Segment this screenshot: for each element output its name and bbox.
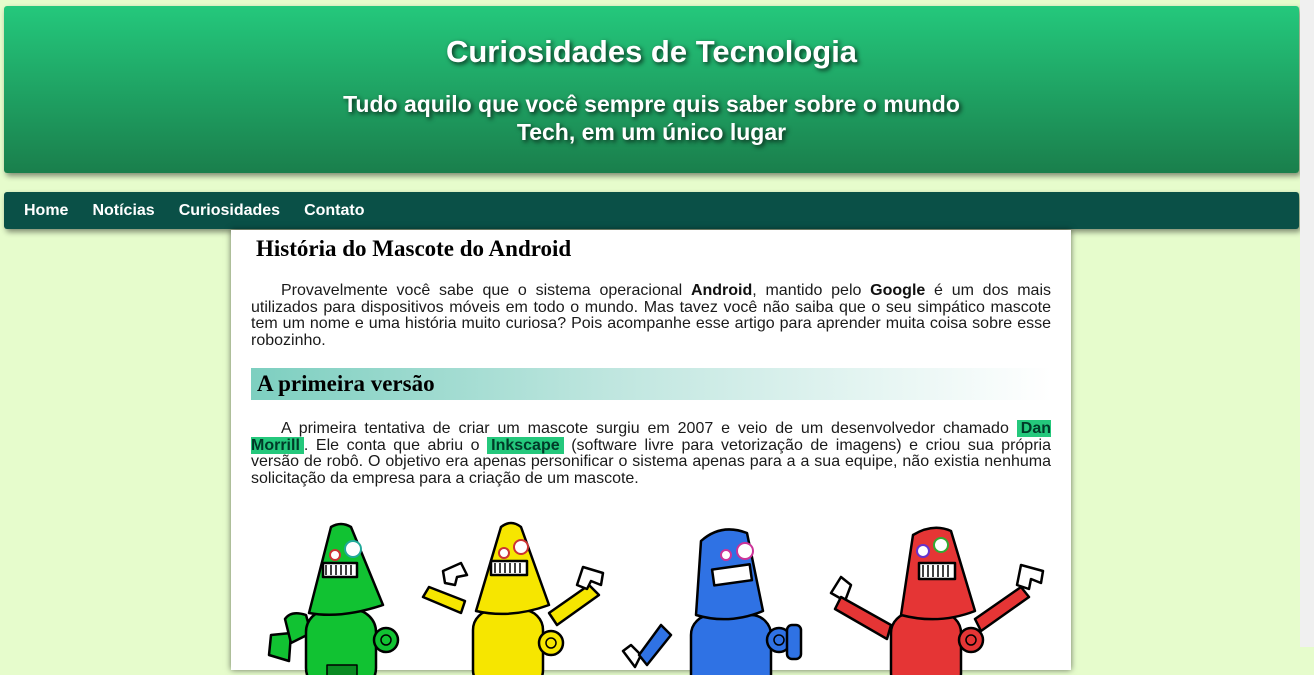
menu-list: Home Notícias Curiosidades Contato — [4, 192, 1299, 229]
site-title: Curiosidades de Tecnologia — [445, 34, 858, 69]
site-subtitle: Tudo aquilo que você sempre quis saber s… — [343, 91, 960, 145]
menu-item-curiosidades: Curiosidades — [179, 192, 304, 229]
page-scrollbar[interactable] — [1300, 0, 1314, 647]
article-content: História do Mascote do Android Provavelm… — [231, 230, 1071, 675]
yellow-robot — [421, 521, 605, 675]
section-text-2: . Ele conta que abriu o — [303, 436, 480, 454]
green-robot — [267, 522, 400, 675]
menu-link-home[interactable]: Home — [24, 192, 80, 229]
highlight-inkscape: Inkscape — [487, 436, 564, 454]
intro-paragraph: Provavelmente você sabe que o sistema op… — [251, 282, 1051, 349]
menu-item-home: Home — [24, 192, 92, 229]
menu-link-noticias[interactable]: Notícias — [92, 192, 166, 229]
section-text-1: A primeira tentativa de criar um mascote… — [281, 420, 1009, 437]
intro-text-1: Provavelmente você sabe que o sistema op… — [281, 282, 691, 299]
robots-illustration — [267, 521, 1045, 675]
google-strong: Google — [870, 282, 926, 299]
android-robots-image — [251, 515, 1051, 675]
menu-item-contato: Contato — [304, 192, 388, 229]
section-heading: A primeira versão — [251, 368, 1051, 400]
main-menu: Home Notícias Curiosidades Contato — [4, 192, 1299, 229]
site-header: Curiosidades de Tecnologia Tudo aquilo q… — [4, 6, 1299, 173]
android-strong: Android — [690, 282, 753, 299]
menu-link-contato[interactable]: Contato — [304, 192, 376, 229]
section-paragraph: A primeira tentativa de criar um mascote… — [251, 420, 1052, 487]
menu-link-curiosidades[interactable]: Curiosidades — [179, 192, 292, 229]
red-robot — [829, 526, 1045, 675]
blue-robot — [621, 528, 803, 675]
intro-text-2: , mantido pelo — [752, 282, 871, 299]
article-title: História do Mascote do Android — [256, 236, 572, 261]
menu-item-noticias: Notícias — [92, 192, 178, 229]
